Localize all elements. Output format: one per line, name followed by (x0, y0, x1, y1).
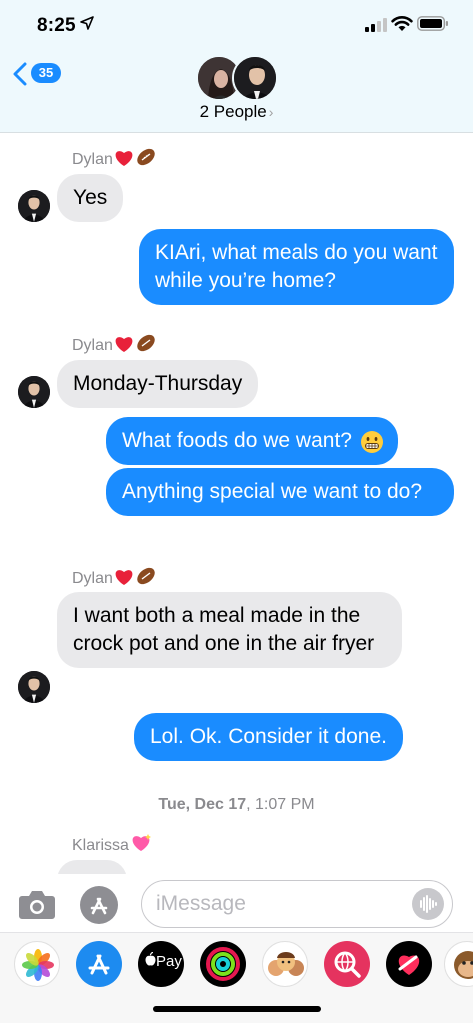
incoming-message[interactable]: Yes (57, 174, 124, 222)
incoming-message[interactable]: Monday-Thursday (57, 360, 259, 408)
group-title[interactable]: 2 People › (0, 102, 473, 122)
football-emoji-icon (135, 566, 157, 591)
app-store-app-icon[interactable] (76, 941, 122, 987)
grimacing-emoji-icon (360, 430, 384, 462)
outgoing-message[interactable]: Anything special we want to do? (106, 468, 454, 516)
unread-count-badge[interactable]: 35 (31, 63, 61, 83)
football-emoji-icon (135, 147, 157, 172)
avatar-dylan-small (18, 671, 50, 703)
message-text: What foods do we want? (122, 429, 352, 452)
sparkling-heart-emoji-icon (130, 833, 152, 858)
cellular-signal-icon (365, 18, 387, 32)
avatar-dylan-small (18, 376, 50, 408)
sender-name: Dylan (72, 566, 157, 591)
apple-logo-icon (145, 951, 156, 966)
sender-name: Dylan (72, 147, 157, 172)
apple-pay-label: Pay (156, 953, 182, 970)
imessage-input[interactable] (156, 889, 396, 919)
waveform-icon (420, 895, 437, 913)
heart-emoji-icon (114, 568, 134, 591)
back-chevron-icon[interactable] (12, 62, 28, 86)
group-title-text: 2 People (199, 102, 267, 121)
football-emoji-icon (135, 333, 157, 358)
app-store-button[interactable] (80, 886, 118, 924)
memoji-app-icon[interactable] (262, 941, 308, 987)
wifi-icon (391, 16, 413, 31)
heart-emoji-icon (114, 149, 134, 172)
animoji-app-icon[interactable] (444, 941, 473, 987)
conversation-header: 8:25 35 2 People › (0, 0, 473, 133)
app-store-icon (90, 897, 108, 915)
home-indicator[interactable] (153, 1006, 321, 1012)
sender-name: Klarissa (72, 833, 152, 858)
status-time: 8:25 (37, 15, 76, 36)
chevron-right-icon: › (268, 104, 274, 120)
outgoing-message[interactable]: What foods do we want? (106, 417, 398, 465)
battery-icon (417, 16, 448, 31)
timestamp-time: , 1:07 PM (246, 796, 315, 813)
audio-record-button[interactable] (412, 888, 444, 920)
sender-name: Dylan (72, 333, 157, 358)
apple-pay-app-icon[interactable]: Pay (138, 941, 184, 987)
outgoing-message[interactable]: Lol. Ok. Consider it done. (134, 713, 403, 761)
messages-screen: 8:25 35 2 People › Dylan Yes KIAri, what … (0, 0, 473, 1023)
photos-app-icon[interactable] (14, 941, 60, 987)
camera-icon[interactable] (18, 888, 56, 920)
heart-emoji-icon (114, 335, 134, 358)
outgoing-message[interactable]: KIAri, what meals do you want while you’… (139, 229, 454, 305)
imessage-input-field[interactable] (141, 880, 453, 928)
message-composer (0, 874, 473, 936)
message-timestamp: Tue, Dec 17, 1:07 PM (0, 796, 473, 814)
avatar-dylan-small (18, 190, 50, 222)
group-avatars[interactable] (196, 55, 280, 103)
digital-touch-app-icon[interactable] (386, 941, 432, 987)
avatar-dylan (232, 55, 278, 101)
incoming-message[interactable]: I want both a meal made in the crock pot… (57, 592, 402, 668)
web-search-app-icon[interactable] (324, 941, 370, 987)
timestamp-day: Tue, Dec 17 (158, 796, 247, 813)
activity-app-icon[interactable] (200, 941, 246, 987)
location-arrow-icon (80, 16, 94, 30)
